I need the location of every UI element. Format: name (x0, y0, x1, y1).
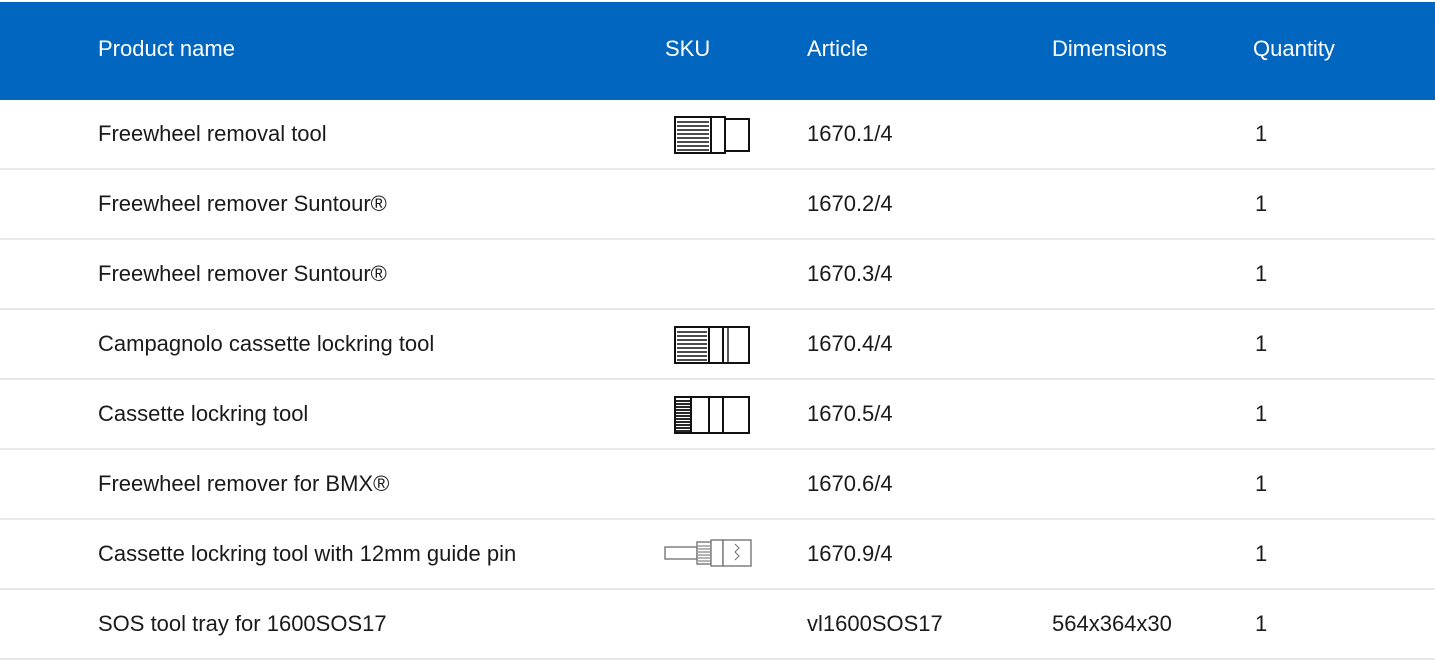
quantity-value: 1 (1255, 191, 1268, 216)
article-number: 1670.6/4 (807, 471, 893, 496)
article-number: vl1600SOS17 (807, 611, 943, 636)
header-dimensions[interactable]: Dimensions (1052, 36, 1167, 62)
article-number: 1670.4/4 (807, 331, 893, 356)
article-number: 1670.9/4 (807, 541, 893, 566)
table-row: Cassette lockring tool 1670.5/4 1 (0, 380, 1435, 450)
header-article[interactable]: Article (807, 36, 868, 62)
product-table: Product name SKU Article Dimensions Quan… (0, 0, 1435, 660)
quantity-value: 1 (1255, 121, 1268, 146)
header-quantity[interactable]: Quantity (1253, 36, 1335, 62)
product-name: Freewheel remover Suntour® (98, 261, 387, 286)
quantity-value: 1 (1255, 401, 1268, 426)
header-sku[interactable]: SKU (665, 36, 710, 62)
article-number: 1670.1/4 (807, 121, 893, 146)
table-row: Freewheel remover Suntour® 1670.2/4 1 (0, 170, 1435, 240)
table-row: Campagnolo cassette lockring tool 1670.4… (0, 310, 1435, 380)
article-number: 1670.3/4 (807, 261, 893, 286)
quantity-value: 1 (1255, 471, 1268, 496)
product-name: Freewheel removal tool (98, 121, 327, 146)
product-name: SOS tool tray for 1600SOS17 (98, 611, 387, 636)
dimensions-value: 564x364x30 (1052, 611, 1172, 636)
lockring-tool-icon (674, 396, 750, 434)
quantity-value: 1 (1255, 611, 1268, 636)
article-number: 1670.2/4 (807, 191, 893, 216)
product-name: Cassette lockring tool with 12mm guide p… (98, 541, 517, 566)
quantity-value: 1 (1255, 331, 1268, 356)
lockring-tool-icon (674, 326, 750, 364)
table-header: Product name SKU Article Dimensions Quan… (0, 0, 1435, 100)
header-product-name[interactable]: Product name (98, 36, 235, 62)
guide-pin-tool-icon (664, 538, 752, 568)
product-name: Freewheel remover Suntour® (98, 191, 387, 216)
product-name: Cassette lockring tool (98, 401, 309, 426)
table-row: Freewheel removal tool 1670.1/4 1 (0, 100, 1435, 170)
quantity-value: 1 (1255, 261, 1268, 286)
table-row: Cassette lockring tool with 12mm guide p… (0, 520, 1435, 590)
freewheel-tool-icon (674, 116, 750, 154)
quantity-value: 1 (1255, 541, 1268, 566)
product-name: Campagnolo cassette lockring tool (98, 331, 435, 356)
table-row: Freewheel remover Suntour® 1670.3/4 1 (0, 240, 1435, 310)
article-number: 1670.5/4 (807, 401, 893, 426)
product-name: Freewheel remover for BMX® (98, 471, 390, 496)
table-row: SOS tool tray for 1600SOS17 vl1600SOS17 … (0, 590, 1435, 660)
table-row: Freewheel remover for BMX® 1670.6/4 1 (0, 450, 1435, 520)
